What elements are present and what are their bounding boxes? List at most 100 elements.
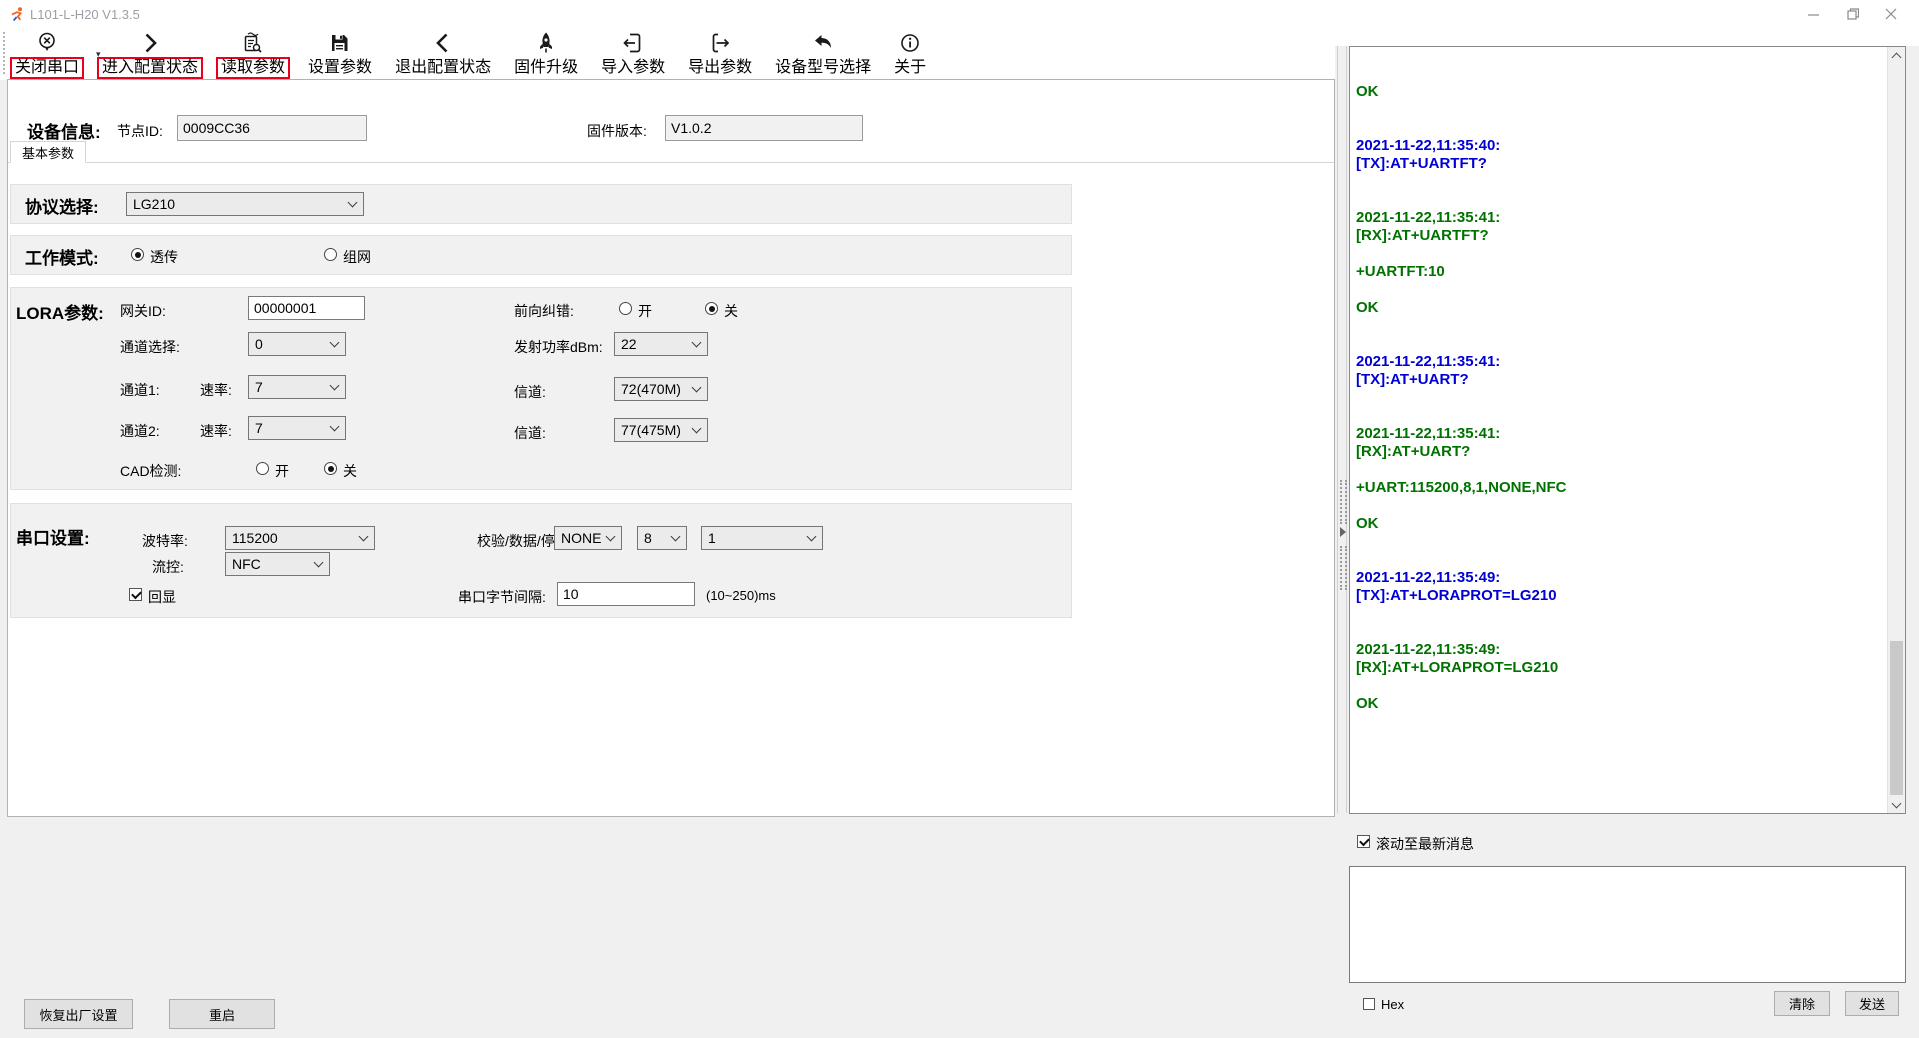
lora-label: LORA参数: [16, 299, 104, 324]
gateway-id-label: 网关ID: [120, 301, 166, 321]
toolbar-button-read-params[interactable]: 读取参数 [216, 28, 290, 79]
scroll-latest-checkbox[interactable] [1357, 835, 1370, 848]
minimize-button[interactable] [1793, 0, 1833, 28]
log-line [1356, 551, 1885, 569]
log-line: +UART:115200,8,1,NONE,NFC [1356, 479, 1885, 497]
channel1-channel-combo[interactable]: 72(470M) [614, 377, 708, 401]
toolbar-button-exit-config[interactable]: 退出配置状态 [390, 28, 496, 79]
data-bits-combo[interactable]: 8 [637, 526, 687, 550]
firmware-field[interactable] [665, 115, 863, 141]
splitter-grip [1340, 480, 1347, 524]
radio-network-mode[interactable] [324, 248, 337, 261]
channel1-rate-combo[interactable]: 7 [248, 375, 346, 399]
restore-button[interactable] [1833, 0, 1873, 28]
log-line [1356, 533, 1885, 551]
radio-fec-off[interactable] [705, 302, 718, 315]
toolbar-button-close-port[interactable]: 关闭串口 [10, 28, 84, 79]
toolbar-button-about[interactable]: 关于 [889, 28, 931, 79]
info-icon [897, 28, 923, 56]
log-line [1356, 317, 1885, 335]
baud-value: 115200 [232, 530, 374, 546]
log-line: OK [1356, 299, 1885, 317]
toolbar-button-label: 固件升级 [509, 57, 583, 79]
send-input[interactable] [1349, 866, 1906, 983]
radio-transparent-mode[interactable] [131, 248, 144, 261]
gateway-id-input[interactable] [248, 296, 365, 320]
toolbar-button-import-params[interactable]: 导入参数 [596, 28, 670, 79]
log-line: 2021-11-22,11:35:41: [1356, 209, 1885, 227]
channel2-channel-label: 信道: [514, 423, 546, 443]
scrollbar-thumb[interactable] [1890, 641, 1903, 795]
scroll-up-button[interactable] [1888, 47, 1905, 64]
toolbar-button-export-params[interactable]: 导出参数 [683, 28, 757, 79]
log-line [1356, 101, 1885, 119]
radio-cad-on[interactable] [256, 462, 269, 475]
firmware-label: 固件版本: [587, 121, 647, 141]
baud-combo[interactable]: 115200 [225, 526, 375, 550]
toolbar-button-label: 导出参数 [683, 57, 757, 79]
close-icon[interactable] [1871, 0, 1911, 28]
channel1-rate-label: 速率: [200, 380, 232, 400]
toolbar-button-label: 导入参数 [596, 57, 670, 79]
stop-bits-combo[interactable]: 1 [701, 526, 823, 550]
app-window: L101-L-H20 V1.3.5 关闭串口 [0, 0, 1919, 1038]
channel2-rate-combo[interactable]: 7 [248, 416, 346, 440]
log-line [1356, 191, 1885, 209]
about-dropdown-caret[interactable]: ▾ [864, 60, 869, 69]
cad-label: CAD检测: [120, 461, 181, 481]
rocket-icon [533, 28, 559, 56]
radio-cad-off[interactable] [324, 462, 337, 475]
log-line [1356, 461, 1885, 479]
device-info-label: 设备信息: [27, 118, 101, 143]
byte-interval-input[interactable] [557, 582, 695, 606]
log-line [1356, 605, 1885, 623]
hex-checkbox[interactable] [1363, 998, 1375, 1010]
node-id-field[interactable] [177, 115, 367, 141]
log-scrollbar[interactable] [1887, 47, 1905, 813]
clear-button[interactable]: 清除 [1774, 991, 1830, 1016]
splitter-collapse-icon[interactable] [1340, 527, 1346, 537]
byte-interval-label: 串口字节间隔: [458, 587, 546, 607]
import-icon [620, 28, 646, 56]
toolbar: 关闭串口 进入配置状态 读取参数 [10, 28, 931, 80]
flow-combo[interactable]: NFC [225, 552, 330, 576]
log-line [1356, 407, 1885, 425]
toolbar-button-device-model-select[interactable]: 设备型号选择 [770, 28, 876, 79]
log-line [1356, 173, 1885, 191]
toolbar-button-enter-config[interactable]: 进入配置状态 [97, 28, 203, 79]
reboot-button[interactable]: 重启 [169, 999, 275, 1029]
radio-fec-on[interactable] [619, 302, 632, 315]
toolbar-button-firmware-upgrade[interactable]: 固件升级 [509, 28, 583, 79]
echo-checkbox[interactable] [129, 588, 142, 601]
node-id-label: 节点ID: [117, 121, 163, 141]
factory-reset-button[interactable]: 恢复出厂设置 [24, 999, 133, 1029]
serial-label: 串口设置: [16, 524, 90, 549]
log-line: +UARTFT:10 [1356, 263, 1885, 281]
send-button[interactable]: 发送 [1845, 991, 1899, 1016]
toolbar-button-set-params[interactable]: 设置参数 [303, 28, 377, 79]
data-bits-value: 8 [644, 530, 686, 546]
channel-select-combo[interactable]: 0 [248, 332, 346, 356]
parity-combo[interactable]: NONE [554, 526, 622, 550]
export-icon [707, 28, 733, 56]
protocol-select[interactable]: LG210 [126, 192, 364, 216]
save-icon [327, 28, 353, 56]
log-line [1356, 623, 1885, 641]
scroll-latest-label: 滚动至最新消息 [1376, 834, 1474, 854]
log-line: OK [1356, 83, 1885, 101]
title-bar: L101-L-H20 V1.3.5 [0, 0, 1919, 28]
toolbar-button-label: 关于 [889, 57, 931, 79]
tx-power-label: 发射功率dBm: [514, 337, 603, 357]
panel-splitter[interactable] [1337, 46, 1347, 813]
scroll-down-button[interactable] [1888, 796, 1905, 813]
app-icon [9, 6, 25, 25]
toolbar-grip[interactable] [3, 32, 6, 74]
tx-power-combo[interactable]: 22 [614, 332, 708, 356]
port-dropdown-caret[interactable]: ▾ [96, 50, 101, 59]
log-output[interactable]: OK 2021-11-22,11:35:40:[TX]:AT+UARTFT? 2… [1349, 46, 1906, 814]
log-line: OK [1356, 515, 1885, 533]
channel2-channel-combo[interactable]: 77(475M) [614, 418, 708, 442]
tab-basic-params[interactable]: 基本参数 [10, 141, 86, 163]
chevron-left-icon [430, 28, 456, 56]
byte-interval-hint: (10~250)ms [706, 588, 776, 603]
